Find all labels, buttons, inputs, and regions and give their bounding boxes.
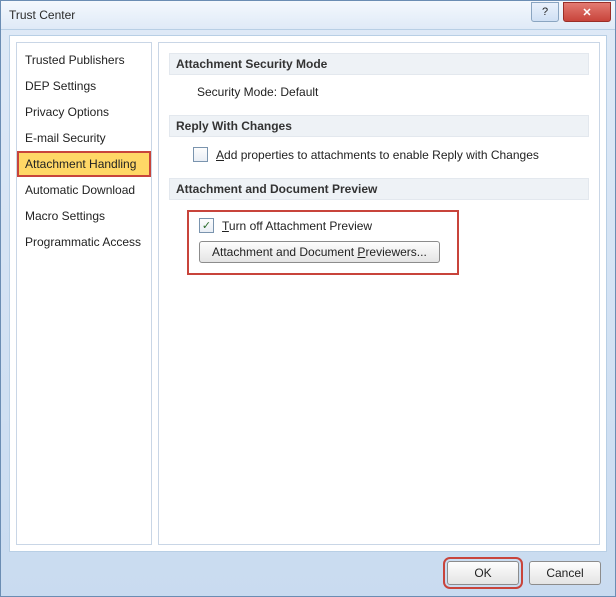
content-pane: Attachment Security Mode Security Mode: … [158, 42, 600, 545]
section-heading-preview: Attachment and Document Preview [169, 178, 589, 200]
window-title: Trust Center [1, 8, 75, 22]
dialog-footer: OK Cancel [9, 558, 607, 588]
turnoff-preview-label: Turn off Attachment Preview [222, 219, 372, 233]
turnoff-preview-row: ✓ Turn off Attachment Preview [199, 218, 447, 233]
check-icon: ✓ [202, 219, 211, 232]
sidebar-item-privacy-options[interactable]: Privacy Options [17, 99, 151, 125]
reply-changes-row: Add properties to attachments to enable … [169, 147, 589, 162]
turnoff-preview-checkbox[interactable]: ✓ [199, 218, 214, 233]
sidebar: Trusted Publishers DEP Settings Privacy … [16, 42, 152, 545]
preview-highlight-group: ✓ Turn off Attachment Preview Attachment… [187, 210, 459, 275]
section-heading-security-mode: Attachment Security Mode [169, 53, 589, 75]
sidebar-item-trusted-publishers[interactable]: Trusted Publishers [17, 47, 151, 73]
dialog-body: Trusted Publishers DEP Settings Privacy … [9, 35, 607, 552]
sidebar-item-macro-settings[interactable]: Macro Settings [17, 203, 151, 229]
reply-changes-checkbox[interactable] [193, 147, 208, 162]
close-button[interactable]: ✕ [563, 2, 611, 22]
sidebar-item-dep-settings[interactable]: DEP Settings [17, 73, 151, 99]
previewers-button[interactable]: Attachment and Document Previewers... [199, 241, 440, 263]
sidebar-item-email-security[interactable]: E-mail Security [17, 125, 151, 151]
reply-changes-label: Add properties to attachments to enable … [216, 148, 539, 162]
cancel-button[interactable]: Cancel [529, 561, 601, 585]
trust-center-window: Trust Center ? ✕ Trusted Publishers DEP … [0, 0, 616, 597]
help-icon: ? [542, 6, 548, 18]
sidebar-item-automatic-download[interactable]: Automatic Download [17, 177, 151, 203]
ok-button[interactable]: OK [447, 561, 519, 585]
sidebar-item-attachment-handling[interactable]: Attachment Handling [17, 151, 151, 177]
titlebar: Trust Center ? ✕ [1, 1, 615, 30]
section-heading-reply-changes: Reply With Changes [169, 115, 589, 137]
titlebar-buttons: ? ✕ [531, 2, 611, 22]
help-button[interactable]: ? [531, 2, 559, 22]
security-mode-value: Security Mode: Default [169, 85, 589, 99]
close-icon: ✕ [582, 6, 591, 19]
sidebar-item-programmatic-access[interactable]: Programmatic Access [17, 229, 151, 255]
